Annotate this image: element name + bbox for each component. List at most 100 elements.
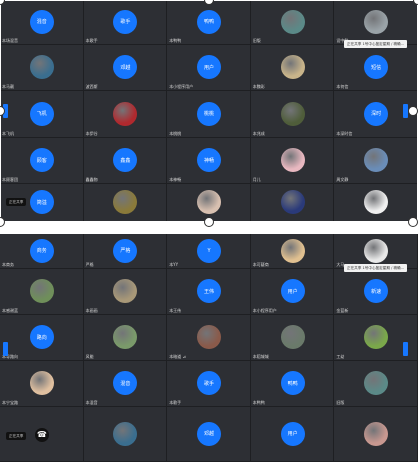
participant-tile[interactable]: 用户 [250,407,335,462]
participant-tile[interactable] [83,407,168,462]
participant-tile[interactable]: 邓越 [167,407,251,462]
participant-name: 本伊谷 [85,131,98,136]
participant-photo [113,101,138,126]
participant-photo [364,371,389,395]
participant-tile[interactable]: 混音本场混音 [0,0,84,45]
screen-share-chip[interactable]: 正在共享 [6,432,27,440]
participant-name: 本何信 [336,84,349,89]
participant-tile[interactable]: 本画画 [83,269,168,315]
participant-avatar: 鸭鸭 [196,9,221,34]
participant-tile[interactable]: 邓越 波西斯 [83,45,168,91]
participant-tile[interactable]: 短信 本何信 [334,45,418,91]
participant-avatar: 邓越 [196,421,221,446]
participant-name: 本神畅 [169,177,182,182]
participant-name: 本场混音 [2,38,18,43]
video-grid-panel-bottom: 商务 本商务 严格 严格 Y 本YY 本可疑商 大马 本感谢蓝 本画画 王伟 本王伟 用户 本小程序用户新… [0,234,418,462]
participant-name: 旧版 [252,38,261,43]
participant-name: 本宁宝路 [2,400,18,405]
participant-tile[interactable]: 旧版 [250,0,335,45]
sharing-tooltip: 正在共享 1号中心鉴定星期 / 精确... [344,264,408,272]
participant-tile[interactable]: 本暗道 ⊿ [167,315,251,361]
participant-tile[interactable]: 王伟 本王伟 [167,269,251,315]
participant-tile[interactable]: 新速 金蓝新 [334,269,418,315]
participant-name: 风能 [85,354,94,359]
participant-tile[interactable]: 飞机 本飞机 [0,91,84,138]
participant-avatar: 混音 [29,9,54,34]
participant-tile[interactable]: 歌手 本歌手 [83,0,168,45]
participant-photo [196,190,221,214]
resize-handle-bottom-middle[interactable] [204,217,214,227]
participant-tile[interactable]: 严格 严格 [83,234,168,269]
participant-tile[interactable]: 路向 本导路向 [0,315,84,361]
participant-photo [364,9,389,34]
participant-avatar: 歌手 [196,371,221,395]
participant-tile[interactable] [334,184,418,222]
participant-tile[interactable]: 鸭鸭 本鸭鸭 [167,0,251,45]
participant-name: 本深时信 [336,131,353,136]
participant-tile[interactable]: 本可疑商 [250,234,335,269]
participant-tile[interactable]: Y 本YY [167,234,251,269]
participant-name: 本暗道 ⊿ [169,354,186,359]
participant-photo [280,55,305,79]
participant-tile[interactable]: 用户 本小程序用户 [167,45,251,91]
participant-avatar: 桃桃 [196,101,221,126]
participant-tile[interactable] [334,407,418,462]
participant-tile[interactable]: 本魏彩 [250,45,335,91]
participant-tile[interactable]: 本兆成 [250,91,335,138]
participant-photo [113,190,138,214]
participant-tile[interactable]: 本稻城城 [250,315,335,361]
participant-tile[interactable]: 桃桃本桃桃 [167,91,251,138]
participant-photo [364,190,389,214]
participant-name: 本魏彩 [252,84,265,89]
participant-photo [364,421,389,446]
participant-avatar: 神畅 [196,148,221,172]
participant-photo [196,325,221,349]
participant-photo [113,421,138,446]
participant-name: 旧版 [336,400,345,405]
participant-tile[interactable] [83,184,168,222]
participant-avatar: 严格 [113,238,138,263]
participant-name: 本感谢蓝 [2,308,18,313]
participant-tile[interactable]: 风能 [83,315,168,361]
participant-tile[interactable]: 商务 本商务 [0,234,84,269]
screen-share-chip[interactable]: 正在共享 [6,198,27,206]
participant-avatar: 用户 [196,55,221,79]
participant-name: 本马靓 [2,84,14,89]
participant-name: 本飞机 [2,131,14,136]
participant-tile[interactable]: 本伊谷 [83,91,168,138]
participant-tile[interactable]: 周文静 [334,138,418,184]
participant-avatar: 歌手 [113,9,138,34]
participant-name: 波西斯 [85,84,98,89]
participant-name: 周文静 [336,177,349,182]
participant-tile[interactable] [250,184,335,222]
right-collapse-handle[interactable] [403,342,408,356]
participant-name: 月儿 [252,177,261,182]
resize-handle-bottom-right[interactable] [408,217,418,227]
resize-handle-bottom-left[interactable] [0,217,5,227]
participant-tile[interactable]: 鸭鸭 本鸭鸭 [250,361,335,407]
participant-tile[interactable]: 顾客 本顾客团 [0,138,84,184]
participant-tile[interactable]: 本宁宝路 [0,361,84,407]
video-grid-panel-top: 混音 本场混音 歌手 本歌手 鸭鸭 本鸭鸭 旧版 设中鲜 本马靓 邓越 波西斯 用户 本小程序用户 本魏彩… [0,0,418,222]
participant-tile[interactable]: 旧版 [334,361,418,407]
participant-avatar: 简溢 [29,190,54,214]
participant-name: 本可疑商 [252,262,269,267]
participant-tile[interactable]: 设中鲜 [334,0,418,45]
participant-tile[interactable]: 混音 本混音 [83,361,168,407]
participant-name: 严格 [85,262,94,267]
resize-handle-middle-right[interactable] [408,106,418,116]
participant-name: 本鸭鸭 [252,400,265,405]
participant-tile[interactable]: 月儿 [250,138,335,184]
participant-name: 本小程序用户 [169,84,194,89]
participant-tile[interactable]: 神畅本神畅 [167,138,251,184]
participant-name: 本桃桃 [169,131,182,136]
participant-avatar: 用户 [280,421,305,446]
left-collapse-handle[interactable] [3,342,8,356]
participant-tile[interactable]: 本感谢蓝 [0,269,84,315]
participant-name: 本稻城城 [252,354,269,359]
participant-tile[interactable]: 歌手 本歌手 [167,361,251,407]
participant-tile[interactable]: 本马靓 [0,45,84,91]
participant-tile[interactable]: 用户 本小程序用户 [250,269,335,315]
participant-tile[interactable]: 鑫鑫 鑫鑫物 [83,138,168,184]
participant-avatar: 商务 [29,238,54,263]
